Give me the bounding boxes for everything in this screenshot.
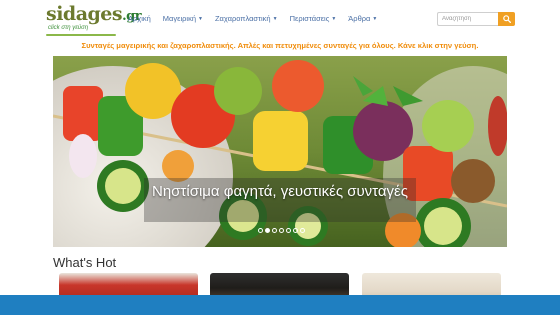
carousel-indicator[interactable] bbox=[286, 228, 291, 233]
carousel-indicator[interactable] bbox=[272, 228, 277, 233]
nav-item-home[interactable]: Αρχική bbox=[122, 13, 157, 25]
site-logo[interactable]: sidages.gr click στη γεύση bbox=[46, 3, 142, 37]
carousel-indicator[interactable] bbox=[258, 228, 263, 233]
carousel-indicators bbox=[258, 228, 305, 233]
chevron-down-icon: ▼ bbox=[331, 16, 337, 23]
nav-item-cooking[interactable]: Μαγειρική ▼ bbox=[157, 13, 209, 25]
nav-item-articles[interactable]: Άρθρα ▼ bbox=[342, 13, 383, 25]
carousel-indicator-active[interactable] bbox=[265, 228, 270, 233]
nav-item-occasions[interactable]: Περιστάσεις ▼ bbox=[284, 13, 343, 25]
carousel-indicator[interactable] bbox=[279, 228, 284, 233]
logo-slogan: click στη γεύση bbox=[48, 25, 89, 31]
hero-carousel[interactable]: Νηστίσιμα φαγητά, γευστικές συνταγές bbox=[53, 56, 507, 247]
search-input[interactable] bbox=[437, 12, 498, 26]
logo-underline bbox=[46, 34, 116, 36]
chevron-down-icon: ▼ bbox=[372, 16, 378, 23]
search-button[interactable] bbox=[498, 12, 515, 26]
section-title: What's Hot bbox=[53, 255, 117, 270]
search-form bbox=[437, 12, 515, 26]
chevron-down-icon: ▼ bbox=[198, 16, 203, 23]
top-navbar: sidages.gr click στη γεύση Αρχική Μαγειρ… bbox=[0, 0, 560, 40]
bottom-accent-bar bbox=[0, 295, 560, 315]
search-icon bbox=[502, 15, 511, 23]
chevron-down-icon: ▼ bbox=[272, 16, 278, 23]
site-tagline: Συνταγές μαγειρικής και ζαχαροπλαστικής.… bbox=[81, 41, 479, 50]
main-nav: Αρχική Μαγειρική ▼ Ζαχαροπλαστική ▼ Περιστ… bbox=[122, 13, 383, 25]
carousel-caption[interactable]: Νηστίσιμα φαγητά, γευστικές συνταγές bbox=[144, 182, 416, 201]
page: sidages.gr click στη γεύση Αρχική Μαγειρ… bbox=[0, 0, 560, 315]
carousel-indicator[interactable] bbox=[300, 228, 305, 233]
carousel-indicator[interactable] bbox=[293, 228, 298, 233]
nav-item-pastry[interactable]: Ζαχαροπλαστική ▼ bbox=[209, 13, 284, 25]
